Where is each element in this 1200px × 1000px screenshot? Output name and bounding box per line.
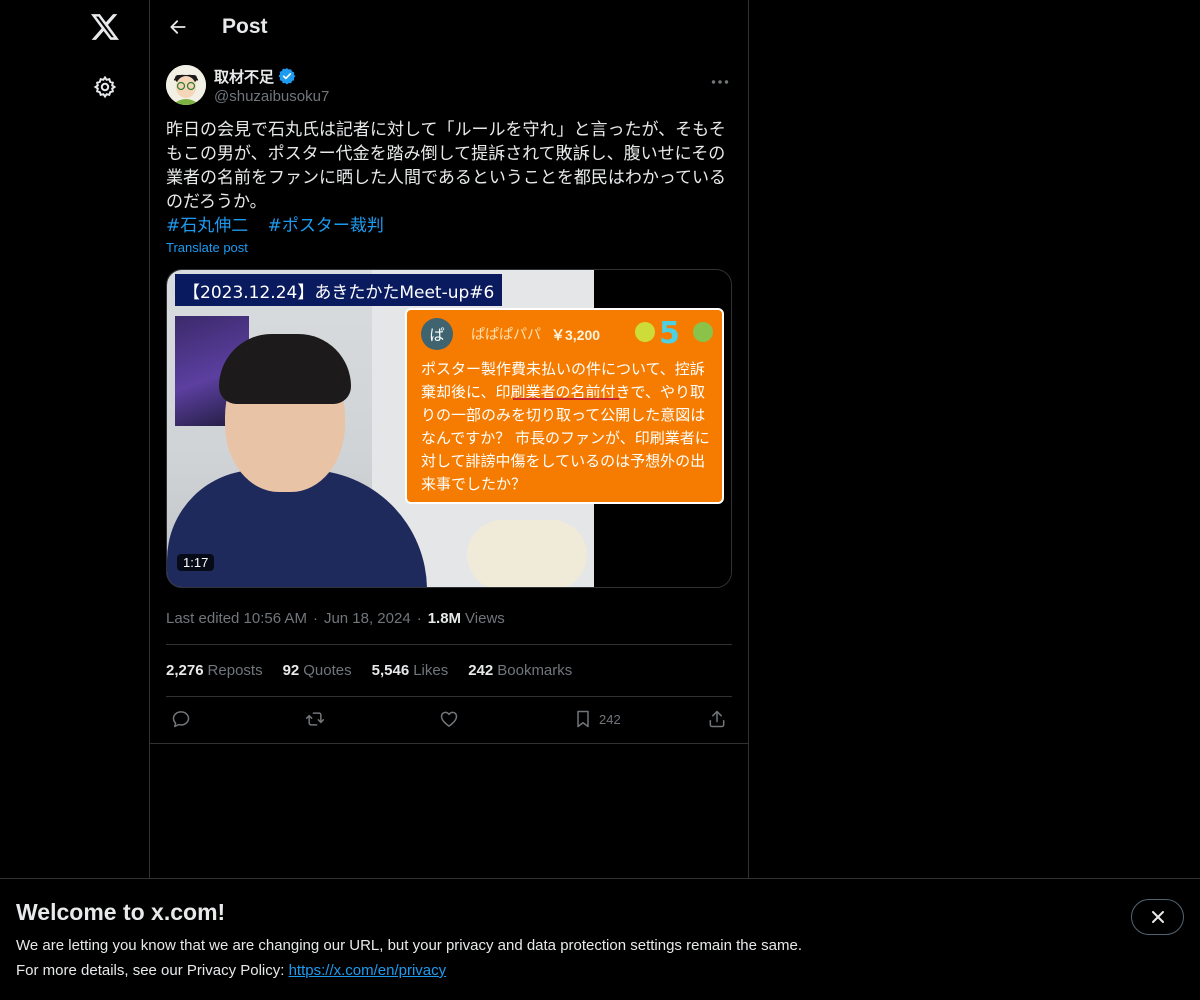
engagement-stats: 2,276 Reposts 92 Quotes 5,546 Likes 242 Book… bbox=[166, 644, 732, 697]
privacy-policy-link[interactable]: https://x.com/en/privacy bbox=[289, 962, 447, 979]
verified-badge-icon[interactable] bbox=[278, 67, 296, 85]
welcome-banner: Welcome to x.com! We are letting you kno… bbox=[0, 878, 1200, 1000]
left-nav bbox=[0, 0, 150, 1000]
superchat-badge: 5 bbox=[659, 316, 680, 351]
meta-separator: · bbox=[312, 609, 318, 627]
views-count: 1.8M bbox=[427, 609, 462, 627]
hashtag-link[interactable]: #ポスター裁判 bbox=[268, 216, 384, 236]
superchat-amount: ￥3,200 bbox=[551, 327, 601, 343]
back-arrow-icon[interactable] bbox=[164, 13, 192, 41]
stat-count: 92 bbox=[282, 662, 300, 679]
superchat-card: ぱ ぱぱぱパパ ￥3,200 5 ポスター製作費未払いの件について、控訴棄却後に… bbox=[405, 308, 724, 504]
banner-message: We are letting you know that we are chan… bbox=[16, 937, 802, 954]
superchat-decoration-icon bbox=[693, 322, 713, 342]
bookmark-icon bbox=[573, 709, 593, 729]
page-header: Post bbox=[150, 0, 748, 54]
more-options-icon[interactable] bbox=[708, 70, 732, 94]
stat-likes[interactable]: 5,546 Likes bbox=[372, 662, 449, 679]
stat-count: 5,546 bbox=[371, 662, 410, 679]
translate-post-link[interactable]: Translate post bbox=[166, 240, 248, 255]
superchat-avatar: ぱ bbox=[421, 318, 453, 350]
post-date[interactable]: Jun 18, 2024 bbox=[324, 610, 411, 627]
stat-reposts[interactable]: 2,276 Reposts bbox=[166, 662, 263, 679]
bookmark-button[interactable]: 242 bbox=[573, 709, 621, 729]
author-name-row: 取材不足 bbox=[214, 66, 329, 87]
hashtag-link[interactable]: #石丸伸二 bbox=[166, 216, 248, 236]
action-bar: 242 bbox=[166, 697, 732, 745]
x-logo-icon[interactable] bbox=[86, 8, 124, 46]
stat-quotes[interactable]: 92 Quotes bbox=[283, 662, 352, 679]
author-row: 取材不足 @shuzaibusoku7 bbox=[166, 64, 732, 106]
close-icon[interactable] bbox=[1131, 899, 1184, 935]
banner-privacy-text: For more details, see our Privacy Policy… bbox=[16, 962, 446, 979]
page-title: Post bbox=[222, 15, 268, 38]
superchat-name: ぱぱぱパパ bbox=[471, 327, 541, 343]
video-player[interactable]: 【2023.12.24】あきたかたMeet-up#6 ぱ ぱぱぱパパ ￥3,20… bbox=[166, 269, 732, 588]
video-title: 【2023.12.24】あきたかたMeet-up#6 bbox=[183, 282, 495, 303]
post: 取材不足 @shuzaibusoku7 昨日の会見で石丸氏は記者に対して「ルール… bbox=[150, 54, 748, 745]
author-info: 取材不足 @shuzaibusoku7 bbox=[214, 66, 329, 105]
post-divider bbox=[150, 743, 749, 744]
video-cushion bbox=[467, 520, 587, 587]
views-label: Views bbox=[465, 609, 505, 627]
banner-title: Welcome to x.com! bbox=[16, 899, 226, 925]
video-person-hair bbox=[219, 334, 351, 404]
superchat-decoration-icon bbox=[635, 322, 655, 342]
meta-separator: · bbox=[416, 609, 422, 627]
gear-icon[interactable] bbox=[88, 70, 122, 104]
video-duration: 1:17 bbox=[177, 554, 215, 571]
author-handle[interactable]: @shuzaibusoku7 bbox=[214, 88, 329, 105]
banner-privacy-prefix: For more details, see our Privacy Policy… bbox=[16, 962, 289, 979]
bookmark-count: 242 bbox=[599, 711, 621, 727]
stat-label: Bookmarks bbox=[497, 662, 573, 679]
heart-icon[interactable] bbox=[439, 709, 459, 729]
share-icon[interactable] bbox=[707, 709, 727, 729]
superchat-message: ポスター製作費未払いの件について、控訴棄却後に、印刷業者の名前付きで、やり取りの… bbox=[421, 360, 710, 493]
avatar[interactable] bbox=[166, 65, 206, 105]
stat-label: Likes bbox=[413, 662, 449, 679]
stat-label: Quotes bbox=[303, 662, 352, 679]
author-name[interactable]: 取材不足 bbox=[214, 66, 274, 87]
post-meta: Last edited 10:56 AM · Jun 18, 2024 · 1.… bbox=[166, 608, 732, 628]
main-column: Post 取材不足 @shuzaibusoku7 昨日の会見で石丸氏は記者に対し… bbox=[150, 0, 749, 1000]
edited-timestamp[interactable]: Last edited 10:56 AM bbox=[166, 610, 307, 627]
post-text: 昨日の会見で石丸氏は記者に対して「ルールを守れ」と言ったが、そもそもこの男が、ポ… bbox=[166, 120, 726, 212]
superchat-underline bbox=[513, 398, 619, 400]
video-title-badge: 【2023.12.24】あきたかたMeet-up#6 bbox=[175, 274, 503, 306]
hashtags: #石丸伸二 #ポスター裁判 bbox=[166, 214, 732, 238]
stat-label: Reposts bbox=[207, 662, 263, 679]
reply-icon[interactable] bbox=[171, 709, 191, 729]
repost-icon[interactable] bbox=[304, 709, 326, 729]
stat-count: 2,276 bbox=[166, 662, 204, 679]
stat-bookmarks[interactable]: 242 Bookmarks bbox=[468, 662, 572, 679]
stat-count: 242 bbox=[468, 662, 494, 679]
